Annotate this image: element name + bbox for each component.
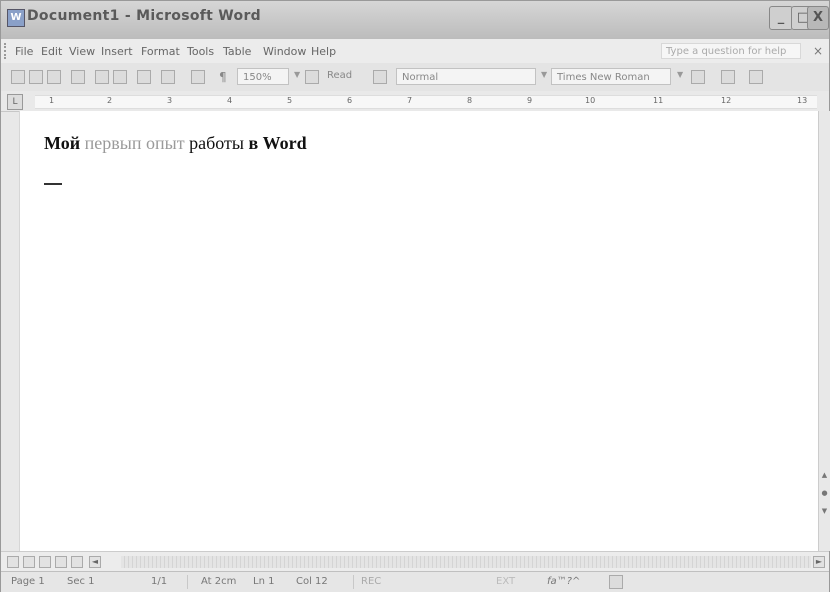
menu-insert[interactable]: Insert [101,45,133,58]
zoom-select[interactable]: 150% [237,68,289,85]
next-page-icon[interactable]: ▼ [820,507,829,516]
menu-file[interactable]: File [15,45,33,58]
font-dropdown-arrow-icon[interactable]: ▼ [677,70,683,79]
status-section: Sec 1 [67,576,95,587]
web-layout-icon[interactable] [23,556,35,568]
insert-table-icon[interactable] [191,70,205,84]
redo-icon[interactable] [161,70,175,84]
status-column: Col 12 [296,576,328,587]
status-at: At 2cm [201,576,237,587]
menu-edit[interactable]: Edit [41,45,62,58]
ruler-number: 2 [107,96,113,105]
ruler-strip[interactable] [35,95,817,109]
zoom-dropdown-arrow-icon[interactable]: ▼ [294,70,300,79]
status-page: Page 1 [11,576,45,587]
doc-word: работы [189,133,244,153]
style-dropdown-arrow-icon[interactable]: ▼ [541,70,547,79]
status-ovr-indicator: fa™?^ [547,576,581,587]
word-doc-icon[interactable]: W [7,9,25,27]
read-mode-button[interactable]: Read [327,70,352,81]
font-color-icon[interactable] [749,70,763,84]
toolbar-grip-handle[interactable] [4,43,9,59]
window-title: Document1 - Microsoft Word [27,8,261,24]
ruler-number: 11 [653,96,664,105]
doc-word-faded: первып [84,133,142,153]
doc-word-faded: опыт [145,133,185,153]
horizontal-ruler: L 1 2 3 4 5 6 7 8 9 10 11 12 13 [1,91,829,112]
ruler-number: 6 [347,96,353,105]
view-and-hscroll-row: ◄ ► [1,551,829,572]
tab-selector-icon[interactable]: L [7,94,23,110]
ruler-number: 7 [407,96,413,105]
menu-window[interactable]: Window [263,45,306,58]
print-layout-icon[interactable] [39,556,51,568]
status-bar: Page 1 Sec 1 1/1 At 2cm Ln 1 Col 12 REC … [1,571,829,592]
menu-table[interactable]: Table [223,45,251,58]
new-document-icon[interactable] [11,70,25,84]
ruler-number: 5 [287,96,293,105]
normal-view-icon[interactable] [7,556,19,568]
menu-tools[interactable]: Tools [187,45,214,58]
save-icon[interactable] [47,70,61,84]
menu-bar: File Edit View Insert Format Tools Table… [1,39,829,64]
menu-format[interactable]: Format [141,45,180,58]
document-text-line: Мой первып опыт работы в Word [44,133,307,154]
ruler-number: 8 [467,96,473,105]
ruler-number: 9 [527,96,533,105]
ruler-number: 1 [49,96,55,105]
help-icon[interactable] [305,70,319,84]
document-page[interactable]: Мой первып опыт работы в Word [19,111,819,551]
title-bar: W Document1 - Microsoft Word _ □ X [1,1,829,40]
ruler-number: 12 [721,96,732,105]
ruler-number: 4 [227,96,233,105]
help-search-input[interactable]: Type a question for help [661,43,801,59]
borders-icon[interactable] [691,70,705,84]
highlight-icon[interactable] [721,70,735,84]
status-page-count: 1/1 [151,576,168,587]
word-window: W Document1 - Microsoft Word _ □ X File … [0,0,830,592]
reading-layout-icon[interactable] [71,556,83,568]
status-separator [353,575,354,589]
scroll-left-icon[interactable]: ◄ [89,556,101,568]
select-browse-object-icon[interactable]: ● [820,489,829,498]
ruler-number: 3 [167,96,173,105]
text-cursor [44,183,62,185]
doc-word-bold: Мой [44,133,81,153]
status-rec-indicator: REC [361,576,382,587]
style-select[interactable]: Normal [396,68,536,85]
outline-view-icon[interactable] [55,556,67,568]
spelling-status-icon[interactable] [609,575,623,589]
doc-word-bold: в Word [248,133,307,153]
standard-toolbar: ¶ 150% ▼ Read Normal ▼ Times New Roman ▼ [1,63,829,92]
prev-page-icon[interactable]: ▲ [820,471,829,480]
print-preview-icon[interactable] [95,70,109,84]
open-folder-icon[interactable] [29,70,43,84]
menu-help[interactable]: Help [311,45,336,58]
font-select[interactable]: Times New Roman [551,68,671,85]
menu-view[interactable]: View [69,45,95,58]
ruler-number: 13 [797,96,808,105]
horizontal-scrollbar[interactable] [121,556,811,568]
status-ext-indicator: EXT [496,576,516,587]
vertical-scrollbar[interactable]: ▲ ● ▼ [818,111,830,551]
close-document-icon[interactable]: × [813,44,823,58]
undo-icon[interactable] [137,70,151,84]
styles-pane-icon[interactable] [373,70,387,84]
minimize-button[interactable]: _ [769,6,793,30]
show-formatting-icon[interactable]: ¶ [219,70,229,84]
spelling-icon[interactable] [113,70,127,84]
ruler-number: 10 [585,96,596,105]
permission-icon[interactable] [71,70,85,84]
status-separator [187,575,188,589]
status-line: Ln 1 [253,576,275,587]
close-button[interactable]: X [807,6,829,30]
scroll-right-icon[interactable]: ► [813,556,825,568]
